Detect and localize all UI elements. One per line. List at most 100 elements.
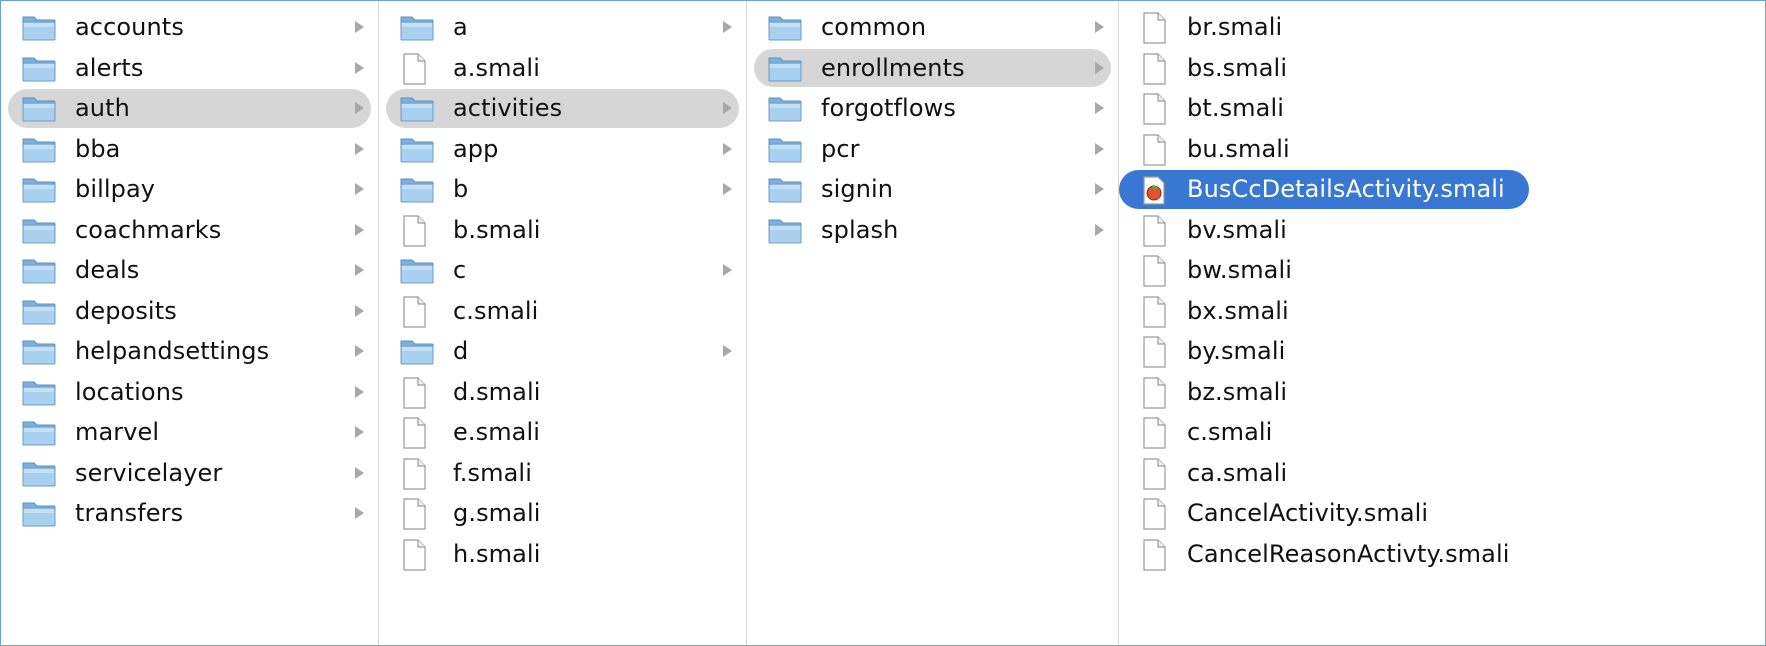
file-item[interactable]: by.smali (1119, 331, 1765, 372)
file-item[interactable]: BusCcDetailsActivity.smali (1119, 169, 1765, 210)
item-label: deals (75, 256, 140, 285)
item-label: d (453, 337, 469, 366)
folder-item[interactable]: forgotflows (747, 88, 1118, 129)
folder-item[interactable]: a (379, 7, 746, 48)
folder-item[interactable]: deposits (1, 291, 378, 332)
file-item[interactable]: bz.smali (1119, 372, 1765, 413)
disclosure-triangle-icon[interactable] (355, 466, 364, 479)
file-item[interactable]: g.smali (379, 493, 746, 534)
folder-item[interactable]: splash (747, 210, 1118, 251)
disclosure-triangle-icon[interactable] (355, 426, 364, 439)
item-label: CancelActivity.smali (1187, 499, 1429, 528)
folder-icon (399, 174, 435, 204)
item-label: activities (453, 94, 563, 123)
item-label: h.smali (453, 539, 541, 568)
item-label: alerts (75, 53, 144, 82)
folder-item[interactable]: helpandsettings (1, 331, 378, 372)
folder-item[interactable]: locations (1, 372, 378, 413)
folder-item[interactable]: alerts (1, 48, 378, 89)
folder-item[interactable]: transfers (1, 493, 378, 534)
folder-item[interactable]: signin (747, 169, 1118, 210)
folder-item[interactable]: marvel (1, 412, 378, 453)
folder-item[interactable]: bba (1, 129, 378, 170)
disclosure-triangle-icon[interactable] (355, 142, 364, 155)
disclosure-triangle-icon[interactable] (1095, 223, 1104, 236)
item-label: bx.smali (1187, 296, 1289, 325)
disclosure-triangle-icon[interactable] (1095, 142, 1104, 155)
document-icon (1139, 417, 1169, 449)
item-label: app (453, 134, 499, 163)
column-3[interactable]: common enrollments forgotflows pcr signin spl… (747, 1, 1119, 645)
file-item[interactable]: bu.smali (1119, 129, 1765, 170)
folder-item[interactable]: enrollments (747, 48, 1118, 89)
item-label: accounts (75, 13, 184, 42)
disclosure-triangle-icon[interactable] (355, 264, 364, 277)
column-2[interactable]: a a.smali activities app b b.smali c c.smali d d.… (379, 1, 747, 645)
disclosure-triangle-icon[interactable] (723, 345, 732, 358)
folder-icon (21, 174, 57, 204)
folder-item[interactable]: pcr (747, 129, 1118, 170)
disclosure-triangle-icon[interactable] (355, 102, 364, 115)
item-label: d.smali (453, 377, 541, 406)
file-item[interactable]: CancelActivity.smali (1119, 493, 1765, 534)
column-4[interactable]: br.smali bs.smali bt.smali bu.smali BusCcDet… (1119, 1, 1765, 645)
file-item[interactable]: bv.smali (1119, 210, 1765, 251)
file-item[interactable]: bt.smali (1119, 88, 1765, 129)
file-item[interactable]: bx.smali (1119, 291, 1765, 332)
folder-item[interactable]: auth (1, 88, 378, 129)
disclosure-triangle-icon[interactable] (723, 21, 732, 34)
disclosure-triangle-icon[interactable] (1095, 61, 1104, 74)
file-item[interactable]: CancelReasonActivty.smali (1119, 534, 1765, 575)
file-item[interactable]: bs.smali (1119, 48, 1765, 89)
disclosure-triangle-icon[interactable] (355, 345, 364, 358)
folder-item[interactable]: accounts (1, 7, 378, 48)
file-item[interactable]: e.smali (379, 412, 746, 453)
folder-item[interactable]: servicelayer (1, 453, 378, 494)
folder-icon (21, 134, 57, 164)
disclosure-triangle-icon[interactable] (1095, 102, 1104, 115)
folder-item[interactable]: common (747, 7, 1118, 48)
disclosure-triangle-icon[interactable] (723, 183, 732, 196)
disclosure-triangle-icon[interactable] (355, 304, 364, 317)
disclosure-triangle-icon[interactable] (355, 385, 364, 398)
file-item[interactable]: d.smali (379, 372, 746, 413)
file-item[interactable]: ca.smali (1119, 453, 1765, 494)
item-label: a (453, 13, 468, 42)
disclosure-triangle-icon[interactable] (723, 102, 732, 115)
folder-item[interactable]: app (379, 129, 746, 170)
file-item[interactable]: h.smali (379, 534, 746, 575)
folder-item[interactable]: b (379, 169, 746, 210)
column-1[interactable]: accounts alerts auth bba billpay coachmarks de… (1, 1, 379, 645)
folder-item[interactable]: coachmarks (1, 210, 378, 251)
item-label: pcr (821, 134, 860, 163)
folder-icon (767, 12, 803, 42)
folder-item[interactable]: c (379, 250, 746, 291)
item-label: servicelayer (75, 458, 223, 487)
item-label: bu.smali (1187, 134, 1290, 163)
disclosure-triangle-icon[interactable] (1095, 183, 1104, 196)
file-item[interactable]: c.smali (1119, 412, 1765, 453)
file-item[interactable]: f.smali (379, 453, 746, 494)
disclosure-triangle-icon[interactable] (355, 61, 364, 74)
disclosure-triangle-icon[interactable] (355, 183, 364, 196)
item-label: enrollments (821, 53, 965, 82)
folder-icon (21, 417, 57, 447)
disclosure-triangle-icon[interactable] (355, 223, 364, 236)
file-item[interactable]: c.smali (379, 291, 746, 332)
folder-item[interactable]: deals (1, 250, 378, 291)
column-browser: accounts alerts auth bba billpay coachmarks de… (0, 0, 1766, 646)
file-item[interactable]: br.smali (1119, 7, 1765, 48)
file-item[interactable]: b.smali (379, 210, 746, 251)
folder-item[interactable]: activities (379, 88, 746, 129)
folder-item[interactable]: d (379, 331, 746, 372)
disclosure-triangle-icon[interactable] (1095, 21, 1104, 34)
file-item[interactable]: bw.smali (1119, 250, 1765, 291)
file-item[interactable]: a.smali (379, 48, 746, 89)
disclosure-triangle-icon[interactable] (355, 507, 364, 520)
folder-icon (21, 458, 57, 488)
folder-item[interactable]: billpay (1, 169, 378, 210)
disclosure-triangle-icon[interactable] (723, 142, 732, 155)
disclosure-triangle-icon[interactable] (723, 264, 732, 277)
disclosure-triangle-icon[interactable] (355, 21, 364, 34)
document-icon (399, 296, 435, 328)
